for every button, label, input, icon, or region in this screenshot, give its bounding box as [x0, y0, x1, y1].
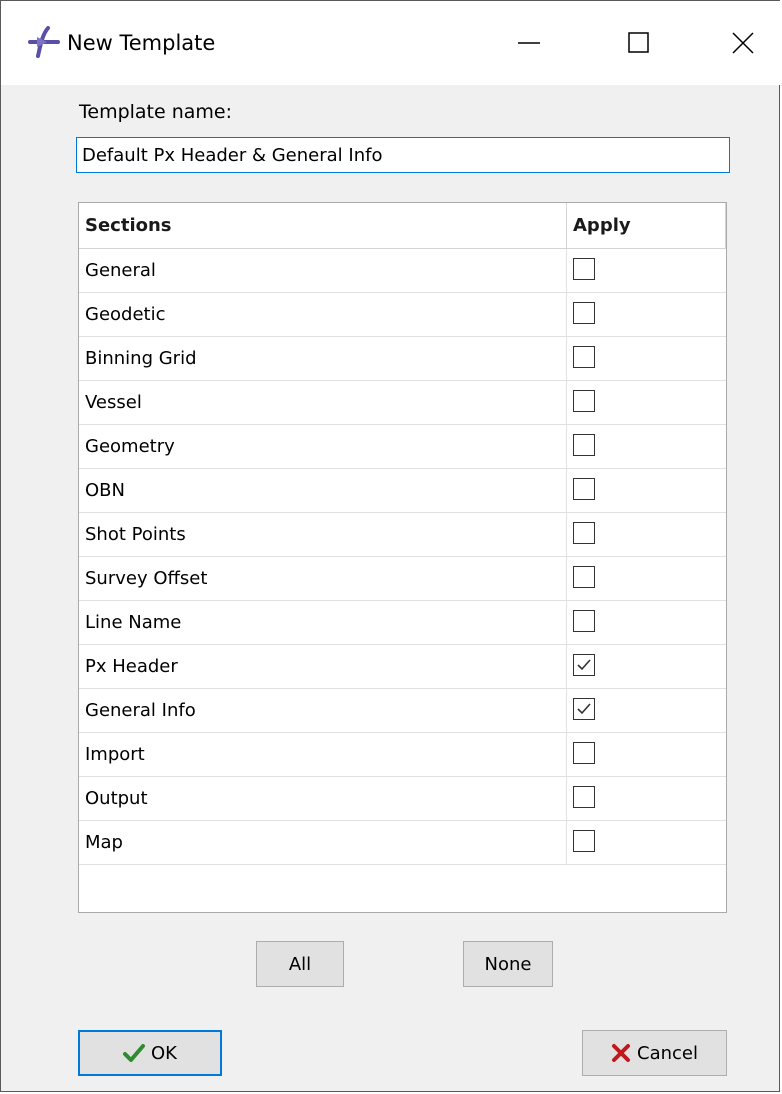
- close-icon: [732, 32, 754, 54]
- section-name: Survey Offset: [85, 568, 208, 589]
- column-divider: [566, 425, 567, 469]
- section-name: Map: [85, 832, 123, 853]
- apply-checkbox[interactable]: [573, 830, 595, 852]
- table-row[interactable]: Geodetic: [79, 293, 726, 337]
- app-logo-icon: [28, 26, 60, 58]
- ok-button[interactable]: OK: [78, 1030, 222, 1076]
- apply-checkbox[interactable]: [573, 346, 595, 368]
- column-divider: [566, 513, 567, 557]
- table-row[interactable]: Import: [79, 733, 726, 777]
- cancel-label: Cancel: [637, 1042, 698, 1064]
- apply-checkbox[interactable]: [573, 566, 595, 588]
- select-none-label: None: [484, 953, 532, 975]
- column-divider: [566, 293, 567, 337]
- table-row[interactable]: OBN: [79, 469, 726, 513]
- section-name: Shot Points: [85, 524, 186, 545]
- minimize-icon: [518, 42, 540, 44]
- maximize-button[interactable]: [603, 15, 675, 71]
- select-all-label: All: [288, 953, 312, 975]
- template-name-input[interactable]: [76, 137, 730, 173]
- cancel-button[interactable]: Cancel: [582, 1030, 727, 1076]
- table-row[interactable]: Px Header: [79, 645, 726, 689]
- apply-checkbox[interactable]: [573, 698, 595, 720]
- apply-checkbox[interactable]: [573, 478, 595, 500]
- select-all-button[interactable]: All: [256, 941, 344, 987]
- column-header-sections[interactable]: Sections: [85, 203, 172, 248]
- section-name: Px Header: [85, 656, 178, 677]
- apply-checkbox[interactable]: [573, 434, 595, 456]
- apply-checkbox[interactable]: [573, 610, 595, 632]
- table-row[interactable]: General: [79, 249, 726, 293]
- column-divider: [566, 469, 567, 513]
- section-name: Vessel: [85, 392, 142, 413]
- column-divider: [566, 689, 567, 733]
- table-row[interactable]: Binning Grid: [79, 337, 726, 381]
- table-row[interactable]: Map: [79, 821, 726, 865]
- column-divider: [566, 337, 567, 381]
- apply-checkbox[interactable]: [573, 302, 595, 324]
- table-header: Sections Apply: [79, 203, 726, 249]
- column-divider: [566, 601, 567, 645]
- column-divider: [566, 777, 567, 821]
- apply-checkbox[interactable]: [573, 258, 595, 280]
- column-divider: [566, 821, 567, 865]
- column-divider: [566, 203, 567, 248]
- column-divider: [725, 203, 726, 248]
- column-divider: [566, 557, 567, 601]
- column-divider: [566, 733, 567, 777]
- table-row[interactable]: Geometry: [79, 425, 726, 469]
- template-name-label: Template name:: [79, 101, 233, 123]
- table-row[interactable]: Shot Points: [79, 513, 726, 557]
- maximize-icon: [628, 32, 649, 53]
- section-name: Binning Grid: [85, 348, 197, 369]
- apply-checkbox[interactable]: [573, 742, 595, 764]
- table-row[interactable]: Vessel: [79, 381, 726, 425]
- close-button[interactable]: [707, 15, 779, 71]
- section-name: Line Name: [85, 612, 182, 633]
- table-row[interactable]: General Info: [79, 689, 726, 733]
- checkmark-icon: [123, 1043, 145, 1063]
- new-template-dialog: New Template Template name: Sections App…: [0, 0, 781, 1092]
- apply-checkbox[interactable]: [573, 786, 595, 808]
- section-name: General: [85, 260, 156, 281]
- column-divider: [566, 645, 567, 689]
- column-divider: [566, 249, 567, 293]
- select-none-button[interactable]: None: [463, 941, 553, 987]
- apply-checkbox[interactable]: [573, 654, 595, 676]
- checkbox-check-icon: [577, 659, 591, 671]
- section-name: Import: [85, 744, 145, 765]
- table-row[interactable]: Line Name: [79, 601, 726, 645]
- section-name: Geometry: [85, 436, 175, 457]
- apply-checkbox[interactable]: [573, 522, 595, 544]
- ok-label: OK: [151, 1042, 177, 1064]
- x-mark-icon: [611, 1043, 631, 1063]
- section-name: General Info: [85, 700, 196, 721]
- apply-checkbox[interactable]: [573, 390, 595, 412]
- minimize-button[interactable]: [493, 15, 565, 71]
- sections-table: Sections Apply General Geodetic Binning Gr…: [78, 202, 727, 913]
- column-divider: [566, 381, 567, 425]
- table-row[interactable]: Output: [79, 777, 726, 821]
- window-title: New Template: [67, 31, 216, 55]
- table-body: General Geodetic Binning Grid Vessel Geometr…: [79, 249, 726, 865]
- column-header-apply[interactable]: Apply: [573, 203, 631, 248]
- table-row[interactable]: Survey Offset: [79, 557, 726, 601]
- title-bar: New Template: [1, 1, 781, 85]
- section-name: Output: [85, 788, 148, 809]
- checkbox-check-icon: [577, 703, 591, 715]
- section-name: Geodetic: [85, 304, 166, 325]
- section-name: OBN: [85, 480, 125, 501]
